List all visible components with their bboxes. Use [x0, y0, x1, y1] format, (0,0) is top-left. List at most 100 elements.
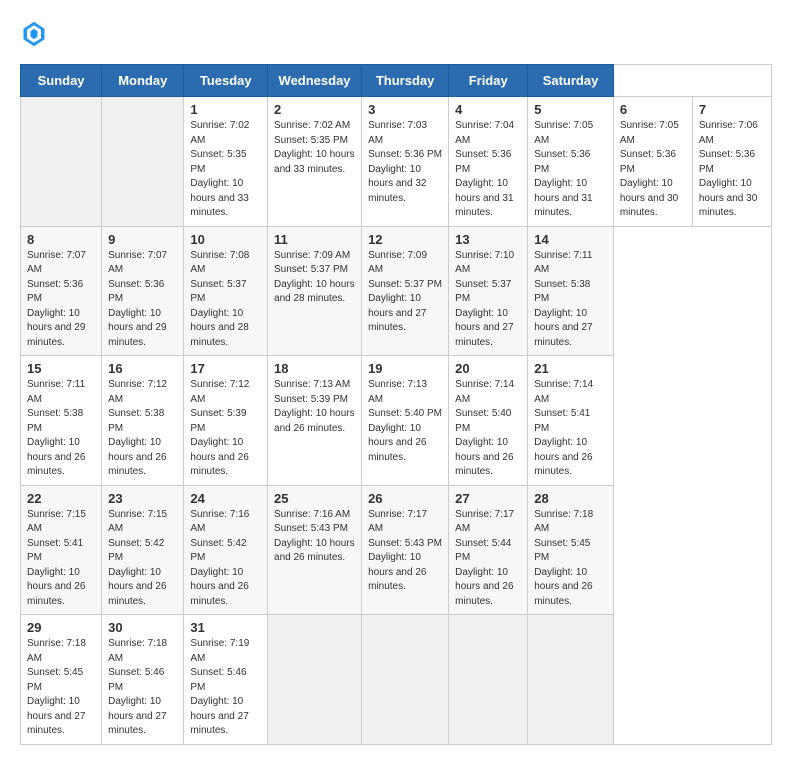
calendar-cell: 24 Sunrise: 7:16 AMSunset: 5:42 PMDayligh… [184, 485, 268, 615]
day-number: 26 [368, 491, 442, 506]
day-number: 15 [27, 361, 95, 376]
day-number: 7 [699, 102, 765, 117]
day-number: 19 [368, 361, 442, 376]
calendar-cell: 27 Sunrise: 7:17 AMSunset: 5:44 PMDayligh… [449, 485, 528, 615]
day-info: Sunrise: 7:17 AMSunset: 5:44 PMDaylight:… [455, 508, 521, 610]
day-info: Sunrise: 7:16 AMSunset: 5:42 PMDaylight:… [190, 508, 261, 610]
day-info: Sunrise: 7:08 AMSunset: 5:37 PMDaylight:… [190, 249, 261, 351]
day-info: Sunrise: 7:15 AMSunset: 5:41 PMDaylight:… [27, 508, 95, 610]
calendar-cell: 10 Sunrise: 7:08 AMSunset: 5:37 PMDayligh… [184, 226, 268, 356]
day-info: Sunrise: 7:10 AMSunset: 5:37 PMDaylight:… [455, 249, 521, 351]
weekday-header-sunday: Sunday [21, 65, 102, 97]
day-info: Sunrise: 7:15 AMSunset: 5:42 PMDaylight:… [108, 508, 177, 610]
calendar-cell [268, 615, 362, 745]
calendar-cell: 23Sunrise: 7:15 AMSunset: 5:42 PMDayligh… [102, 485, 184, 615]
logo-icon [20, 20, 48, 48]
day-info: Sunrise: 7:05 AMSunset: 5:36 PMDaylight:… [620, 119, 686, 221]
calendar-cell: 21Sunrise: 7:14 AMSunset: 5:41 PMDayligh… [528, 356, 614, 486]
day-info: Sunrise: 7:13 AMSunset: 5:39 PMDaylight:… [274, 378, 355, 436]
day-number: 16 [108, 361, 177, 376]
day-number: 18 [274, 361, 355, 376]
day-info: Sunrise: 7:16 AMSunset: 5:43 PMDaylight:… [274, 508, 355, 566]
calendar-cell: 1Sunrise: 7:02 AMSunset: 5:35 PMDaylight… [184, 97, 268, 227]
day-info: Sunrise: 7:09 AMSunset: 5:37 PMDaylight:… [274, 249, 355, 307]
calendar-week-row: 22Sunrise: 7:15 AMSunset: 5:41 PMDayligh… [21, 485, 772, 615]
calendar-week-row: 1Sunrise: 7:02 AMSunset: 5:35 PMDaylight… [21, 97, 772, 227]
day-number: 20 [455, 361, 521, 376]
calendar-cell: 29 Sunrise: 7:18 AMSunset: 5:45 PMDayligh… [21, 615, 102, 745]
calendar-cell: 31 Sunrise: 7:19 AMSunset: 5:46 PMDayligh… [184, 615, 268, 745]
calendar-cell: 2Sunrise: 7:02 AMSunset: 5:35 PMDaylight… [268, 97, 362, 227]
day-number: 4 [455, 102, 521, 117]
calendar-cell: 3 Sunrise: 7:03 AMSunset: 5:36 PMDaylight… [362, 97, 449, 227]
calendar-cell [102, 97, 184, 227]
calendar-cell: 28 Sunrise: 7:18 AMSunset: 5:45 PMDayligh… [528, 485, 614, 615]
calendar-cell: 14 Sunrise: 7:11 AMSunset: 5:38 PMDayligh… [528, 226, 614, 356]
day-number: 27 [455, 491, 521, 506]
day-info: Sunrise: 7:12 AMSunset: 5:38 PMDaylight:… [108, 378, 177, 480]
day-info: Sunrise: 7:07 AMSunset: 5:36 PMDaylight:… [108, 249, 177, 351]
calendar-cell: 18 Sunrise: 7:13 AMSunset: 5:39 PMDayligh… [268, 356, 362, 486]
day-info: Sunrise: 7:07 AMSunset: 5:36 PMDaylight:… [27, 249, 95, 351]
calendar-cell: 15 Sunrise: 7:11 AMSunset: 5:38 PMDayligh… [21, 356, 102, 486]
day-number: 28 [534, 491, 607, 506]
day-number: 10 [190, 232, 261, 247]
calendar-cell: 26 Sunrise: 7:17 AMSunset: 5:43 PMDayligh… [362, 485, 449, 615]
day-info: Sunrise: 7:14 AMSunset: 5:40 PMDaylight:… [455, 378, 521, 480]
day-number: 3 [368, 102, 442, 117]
weekday-header-tuesday: Tuesday [184, 65, 268, 97]
day-number: 14 [534, 232, 607, 247]
calendar-cell: 17 Sunrise: 7:12 AMSunset: 5:39 PMDayligh… [184, 356, 268, 486]
calendar-week-row: 15 Sunrise: 7:11 AMSunset: 5:38 PMDayligh… [21, 356, 772, 486]
weekday-header-wednesday: Wednesday [268, 65, 362, 97]
calendar-cell: 22Sunrise: 7:15 AMSunset: 5:41 PMDayligh… [21, 485, 102, 615]
calendar-week-row: 8 Sunrise: 7:07 AMSunset: 5:36 PMDaylight… [21, 226, 772, 356]
day-info: Sunrise: 7:04 AMSunset: 5:36 PMDaylight:… [455, 119, 521, 221]
day-info: Sunrise: 7:12 AMSunset: 5:39 PMDaylight:… [190, 378, 261, 480]
day-info: Sunrise: 7:17 AMSunset: 5:43 PMDaylight:… [368, 508, 442, 595]
day-number: 12 [368, 232, 442, 247]
day-info: Sunrise: 7:02 AMSunset: 5:35 PMDaylight:… [190, 119, 261, 221]
weekday-header-monday: Monday [102, 65, 184, 97]
day-info: Sunrise: 7:06 AMSunset: 5:36 PMDaylight:… [699, 119, 765, 221]
day-info: Sunrise: 7:02 AMSunset: 5:35 PMDaylight:… [274, 119, 355, 177]
day-number: 17 [190, 361, 261, 376]
calendar-cell: 7 Sunrise: 7:06 AMSunset: 5:36 PMDaylight… [692, 97, 771, 227]
day-info: Sunrise: 7:05 AMSunset: 5:36 PMDaylight:… [534, 119, 607, 221]
day-info: Sunrise: 7:19 AMSunset: 5:46 PMDaylight:… [190, 637, 261, 739]
calendar-cell [449, 615, 528, 745]
calendar-cell: 6 Sunrise: 7:05 AMSunset: 5:36 PMDaylight… [613, 97, 692, 227]
day-number: 21 [534, 361, 607, 376]
day-number: 24 [190, 491, 261, 506]
day-number: 6 [620, 102, 686, 117]
calendar-cell [21, 97, 102, 227]
weekday-header-friday: Friday [449, 65, 528, 97]
day-info: Sunrise: 7:11 AMSunset: 5:38 PMDaylight:… [27, 378, 95, 480]
day-info: Sunrise: 7:03 AMSunset: 5:36 PMDaylight:… [368, 119, 442, 206]
day-number: 29 [27, 620, 95, 635]
calendar-table: SundayMondayTuesdayWednesdayThursdayFrid… [20, 64, 772, 745]
calendar-cell: 20 Sunrise: 7:14 AMSunset: 5:40 PMDayligh… [449, 356, 528, 486]
calendar-cell [362, 615, 449, 745]
calendar-cell: 13 Sunrise: 7:10 AMSunset: 5:37 PMDayligh… [449, 226, 528, 356]
calendar-cell: 8 Sunrise: 7:07 AMSunset: 5:36 PMDaylight… [21, 226, 102, 356]
day-info: Sunrise: 7:13 AMSunset: 5:40 PMDaylight:… [368, 378, 442, 465]
day-number: 13 [455, 232, 521, 247]
day-info: Sunrise: 7:18 AMSunset: 5:45 PMDaylight:… [27, 637, 95, 739]
calendar-cell: 5 Sunrise: 7:05 AMSunset: 5:36 PMDaylight… [528, 97, 614, 227]
calendar-cell: 25 Sunrise: 7:16 AMSunset: 5:43 PMDayligh… [268, 485, 362, 615]
logo [20, 20, 52, 48]
day-number: 30 [108, 620, 177, 635]
day-info: Sunrise: 7:18 AMSunset: 5:45 PMDaylight:… [534, 508, 607, 610]
day-number: 8 [27, 232, 95, 247]
day-number: 31 [190, 620, 261, 635]
weekday-header-row: SundayMondayTuesdayWednesdayThursdayFrid… [21, 65, 772, 97]
day-number: 5 [534, 102, 607, 117]
day-info: Sunrise: 7:11 AMSunset: 5:38 PMDaylight:… [534, 249, 607, 351]
day-number: 25 [274, 491, 355, 506]
day-number: 9 [108, 232, 177, 247]
calendar-cell [528, 615, 614, 745]
calendar-cell: 19 Sunrise: 7:13 AMSunset: 5:40 PMDayligh… [362, 356, 449, 486]
calendar-cell: 12Sunrise: 7:09 AMSunset: 5:37 PMDayligh… [362, 226, 449, 356]
calendar-cell: 16 Sunrise: 7:12 AMSunset: 5:38 PMDayligh… [102, 356, 184, 486]
